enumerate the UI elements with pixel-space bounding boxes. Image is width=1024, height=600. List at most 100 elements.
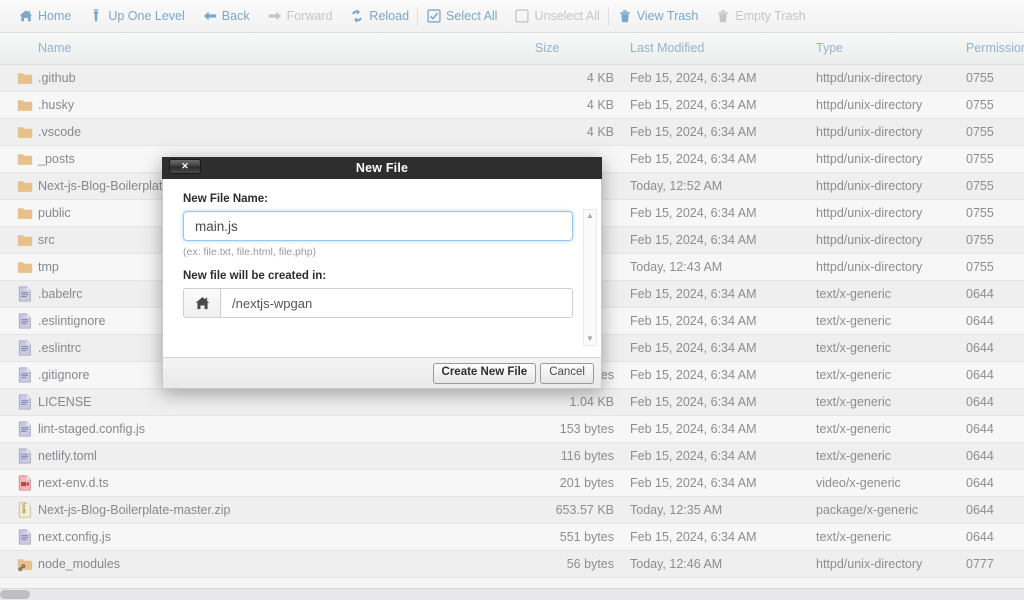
dialog-titlebar: ✕ New File: [162, 157, 602, 179]
cell-type: package/x-generic: [812, 496, 962, 524]
cell-type: text/x-generic: [812, 280, 962, 308]
arrow-left-icon: [203, 9, 217, 23]
row-gutter: [0, 469, 14, 497]
path-input[interactable]: [220, 288, 573, 318]
cell-modified: Today, 12:46 AM: [626, 550, 812, 578]
toolbar-item-unselect-all: Unselect All: [506, 0, 610, 33]
column-header-size[interactable]: Size: [531, 33, 626, 65]
row-gutter: [0, 145, 14, 173]
folder-icon: [14, 226, 36, 254]
toolbar-item-back[interactable]: Back: [194, 0, 259, 33]
table-row[interactable]: .vscode 4 KB Feb 15, 2024, 6:34 AM httpd/un…: [0, 118, 1024, 146]
cell-type: httpd/unix-directory: [812, 253, 962, 281]
toolbar: Home Up One Level Back Forward Reload Select …: [0, 0, 1024, 33]
cell-name: netlify.toml: [36, 442, 531, 470]
cell-modified: Feb 15, 2024, 6:34 AM: [626, 388, 812, 416]
cell-modified: Feb 15, 2024, 6:34 AM: [626, 307, 812, 335]
new-file-dialog: ✕ New File New File Name: (ex: file.txt,…: [162, 157, 602, 389]
horizontal-scrollbar[interactable]: [0, 588, 1024, 600]
gutter-header: [0, 33, 14, 65]
row-gutter: [0, 442, 14, 470]
cell-modified: Today, 12:43 AM: [626, 253, 812, 281]
cell-modified: Today, 12:35 AM: [626, 496, 812, 524]
cell-type: httpd/unix-directory: [812, 118, 962, 146]
cell-name: LICENSE: [36, 388, 531, 416]
chevron-down-icon[interactable]: ▼: [586, 335, 594, 343]
toolbar-item-home[interactable]: Home: [10, 0, 80, 33]
row-gutter: [0, 253, 14, 281]
row-gutter: [0, 280, 14, 308]
folder-icon: [14, 145, 36, 173]
cancel-button[interactable]: Cancel: [540, 362, 594, 384]
cell-modified: Feb 15, 2024, 6:34 AM: [626, 415, 812, 443]
table-row[interactable]: .github 4 KB Feb 15, 2024, 6:34 AM httpd/un…: [0, 64, 1024, 92]
cell-permission: 0755: [962, 145, 1024, 173]
column-header-type[interactable]: Type: [812, 33, 962, 65]
column-header-modified[interactable]: Last Modified: [626, 33, 812, 65]
cell-permission: 0755: [962, 91, 1024, 119]
cell-type: text/x-generic: [812, 334, 962, 362]
cell-type: text/x-generic: [812, 523, 962, 551]
row-gutter: [0, 172, 14, 200]
cell-type: video/x-generic: [812, 469, 962, 497]
cell-size: 1.04 KB: [531, 388, 626, 416]
chevron-up-icon[interactable]: ▲: [586, 212, 594, 220]
cell-modified: Feb 15, 2024, 6:34 AM: [626, 199, 812, 227]
column-header-permission[interactable]: Permission: [962, 33, 1024, 65]
horizontal-scrollbar-thumb[interactable]: [0, 590, 30, 599]
file-text-icon: [14, 361, 36, 389]
cell-type: httpd/unix-directory: [812, 199, 962, 227]
dialog-title: New File: [355, 161, 409, 175]
folder-icon: [14, 64, 36, 92]
file-text-icon: [14, 442, 36, 470]
close-icon[interactable]: ✕: [169, 159, 201, 174]
table-row[interactable]: .husky 4 KB Feb 15, 2024, 6:34 AM httpd/uni…: [0, 91, 1024, 119]
file-archive-icon: [14, 496, 36, 524]
table-row[interactable]: next.config.js 551 bytes Feb 15, 2024, 6:3…: [0, 523, 1024, 551]
icon-header: [14, 33, 36, 65]
cell-permission: 0644: [962, 496, 1024, 524]
table-row[interactable]: Next-js-Blog-Boilerplate-master.zip 653.5…: [0, 496, 1024, 524]
cell-permission: 0777: [962, 550, 1024, 578]
cell-type: httpd/unix-directory: [812, 145, 962, 173]
filename-input[interactable]: [183, 211, 573, 241]
create-new-file-button[interactable]: Create New File: [432, 362, 537, 384]
table-row[interactable]: LICENSE 1.04 KB Feb 15, 2024, 6:34 AM text/…: [0, 388, 1024, 416]
home-icon[interactable]: [183, 288, 220, 318]
toolbar-item-up-one-level[interactable]: Up One Level: [80, 0, 193, 33]
table-row[interactable]: netlify.toml 116 bytes Feb 15, 2024, 6:34 …: [0, 442, 1024, 470]
cell-size: 201 bytes: [531, 469, 626, 497]
cell-size: 153 bytes: [531, 415, 626, 443]
file-text-icon: [14, 280, 36, 308]
toolbar-item-reload[interactable]: Reload: [341, 0, 418, 33]
cell-name: .github: [36, 64, 531, 92]
dialog-vertical-scrollbar[interactable]: ▲ ▼: [583, 209, 597, 346]
cell-modified: Feb 15, 2024, 6:34 AM: [626, 118, 812, 146]
table-row[interactable]: node_modules 56 bytes Today, 12:46 AM httpd…: [0, 550, 1024, 578]
cell-name: .husky: [36, 91, 531, 119]
cell-modified: Feb 15, 2024, 6:34 AM: [626, 64, 812, 92]
table-row[interactable]: lint-staged.config.js 153 bytes Feb 15, 20…: [0, 415, 1024, 443]
folder-icon: [14, 118, 36, 146]
cell-permission: 0644: [962, 388, 1024, 416]
cell-modified: Feb 15, 2024, 6:34 AM: [626, 469, 812, 497]
cell-type: text/x-generic: [812, 415, 962, 443]
file-text-icon: [14, 523, 36, 551]
home-icon: [19, 9, 33, 23]
arrow-right-icon: [268, 9, 282, 23]
toolbar-item-select-all[interactable]: Select All: [418, 0, 506, 33]
cell-name: node_modules: [36, 550, 531, 578]
checkbox-empty-icon: [515, 9, 530, 23]
cell-size: 56 bytes: [531, 550, 626, 578]
table-row[interactable]: next-env.d.ts 201 bytes Feb 15, 2024, 6:34…: [0, 469, 1024, 497]
cell-permission: 0644: [962, 469, 1024, 497]
filename-label: New File Name:: [183, 193, 268, 205]
column-header-name[interactable]: Name: [36, 33, 531, 65]
cell-type: text/x-generic: [812, 307, 962, 335]
toolbar-item-view-trash[interactable]: View Trash: [609, 0, 708, 33]
cell-modified: Feb 15, 2024, 6:34 AM: [626, 145, 812, 173]
cell-size: 4 KB: [531, 118, 626, 146]
cell-modified: Feb 15, 2024, 6:34 AM: [626, 91, 812, 119]
cell-size: 4 KB: [531, 64, 626, 92]
file-text-icon: [14, 307, 36, 335]
